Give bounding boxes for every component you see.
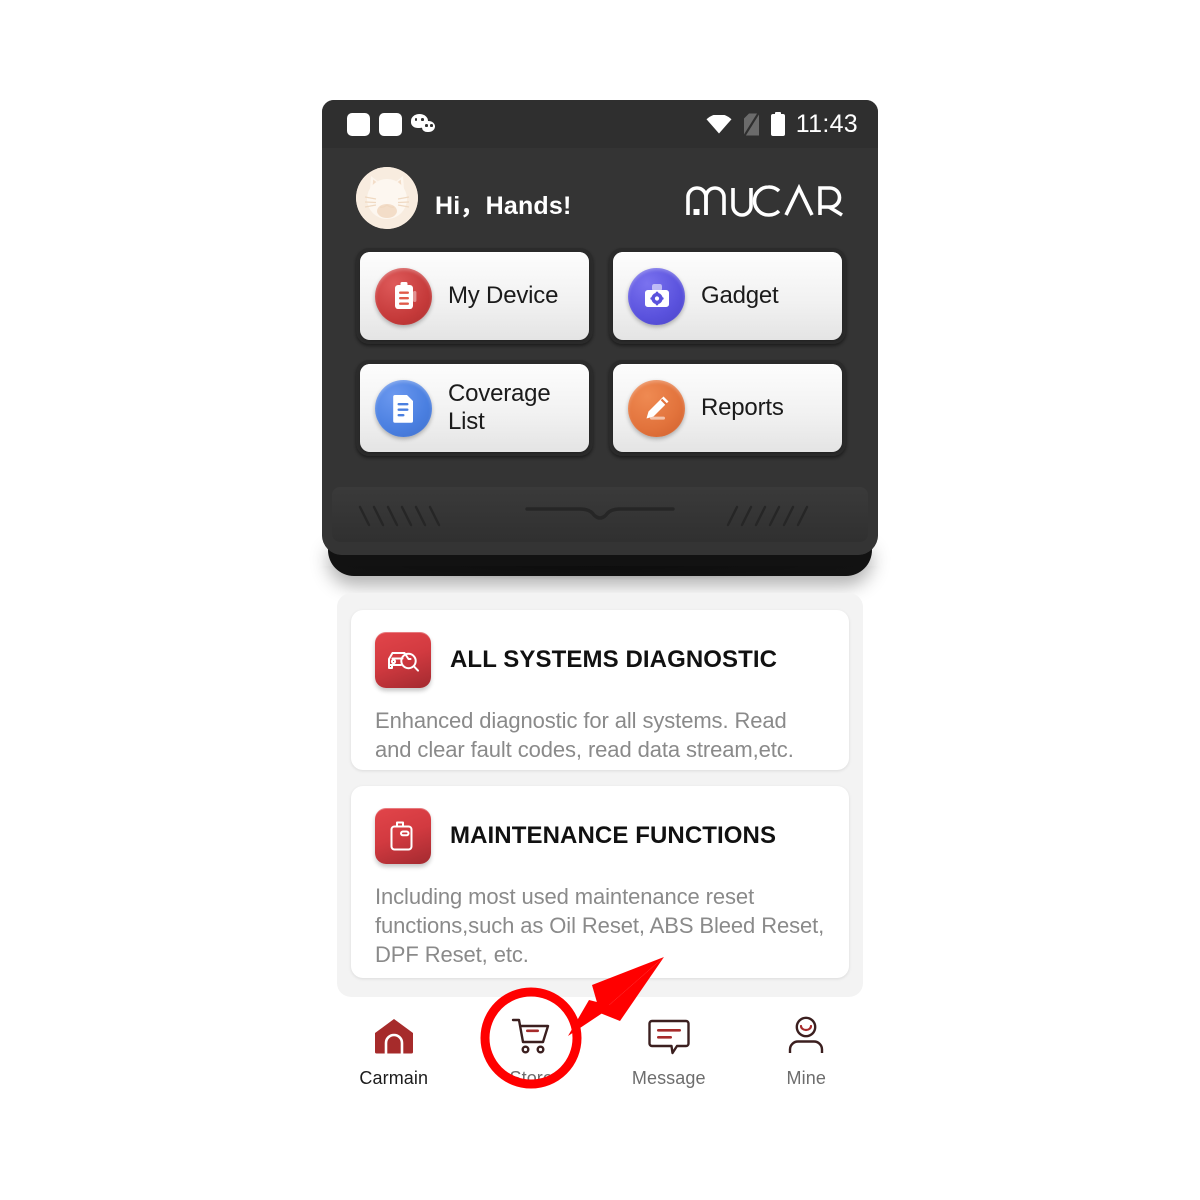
status-bar: 11:43 [322,100,878,148]
tile-coverage-list[interactable]: Coverage List [356,360,593,456]
card-all-systems-diagnostic[interactable]: ALL SYSTEMS DIAGNOSTIC Enhanced diagnost… [351,610,849,770]
tile-gadget[interactable]: Gadget [609,248,846,344]
sim-no-card-icon [743,112,760,136]
nav-label: Store [509,1068,554,1088]
tile-reports[interactable]: Reports [609,360,846,456]
device-notch-line [525,507,675,520]
card-description: Enhanced diagnostic for all systems. Rea… [375,708,794,762]
quick-tiles-grid: My Device Gadget Coverage List Reports [356,248,846,456]
speaker-grille-left [358,505,441,527]
pencil-edit-icon [628,379,685,437]
speaker-grille-right [726,505,809,527]
document-list-icon [375,379,432,437]
device-screen: 11:43 Hi，Hands! My Device Gadget Coverag… [322,100,878,555]
nav-label: Carmain [359,1068,429,1088]
card-title: ALL SYSTEMS DIAGNOSTIC [450,646,778,673]
nav-item-mine[interactable]: Mine [746,997,866,1089]
nav-item-message[interactable]: Message [609,997,729,1089]
wifi-icon [706,113,732,134]
person-icon [784,1013,828,1059]
cart-icon [508,1013,554,1059]
nav-item-carmain[interactable]: Carmain [334,997,454,1089]
nav-item-store[interactable]: Store [471,997,591,1089]
wechat-icon [411,114,437,134]
notification-square-icon [347,112,370,136]
device-bezel [322,485,878,555]
nav-label: Mine [786,1068,826,1088]
status-bar-right: 11:43 [706,110,858,139]
tile-label: Reports [701,394,784,421]
device-clipboard-icon [375,267,432,325]
card-description: Including most used maintenance reset fu… [375,884,825,967]
card-maintenance-functions[interactable]: MAINTENANCE FUNCTIONS Including most use… [351,786,849,978]
greeting-row: Hi，Hands! [322,148,878,243]
toolbox-gear-icon [628,267,685,325]
status-bar-left [347,112,437,136]
nav-label: Message [631,1068,706,1088]
avatar[interactable] [356,167,418,229]
device-mockup: 11:43 Hi，Hands! My Device Gadget Coverag… [322,100,878,580]
greeting-text: Hi，Hands! [435,192,572,220]
tile-label: My Device [448,282,559,309]
tile-label: Gadget [701,282,779,309]
status-bar-clock: 11:43 [795,109,858,138]
oil-can-icon [375,808,431,864]
screen-root: 11:43 Hi，Hands! My Device Gadget Coverag… [0,0,1200,1200]
mucar-logo [686,184,844,218]
bottom-navigation: Carmain Store Message Mine [325,997,875,1117]
message-icon [646,1013,692,1059]
battery-full-icon [770,112,785,136]
feature-card-list: ALL SYSTEMS DIAGNOSTIC Enhanced diagnost… [337,593,863,997]
car-scan-icon [375,632,431,688]
card-title: MAINTENANCE FUNCTIONS [450,822,777,849]
tile-my-device[interactable]: My Device [356,248,593,344]
notification-square-icon [379,112,402,136]
tile-label: Coverage List [448,380,551,435]
home-icon [372,1013,416,1059]
